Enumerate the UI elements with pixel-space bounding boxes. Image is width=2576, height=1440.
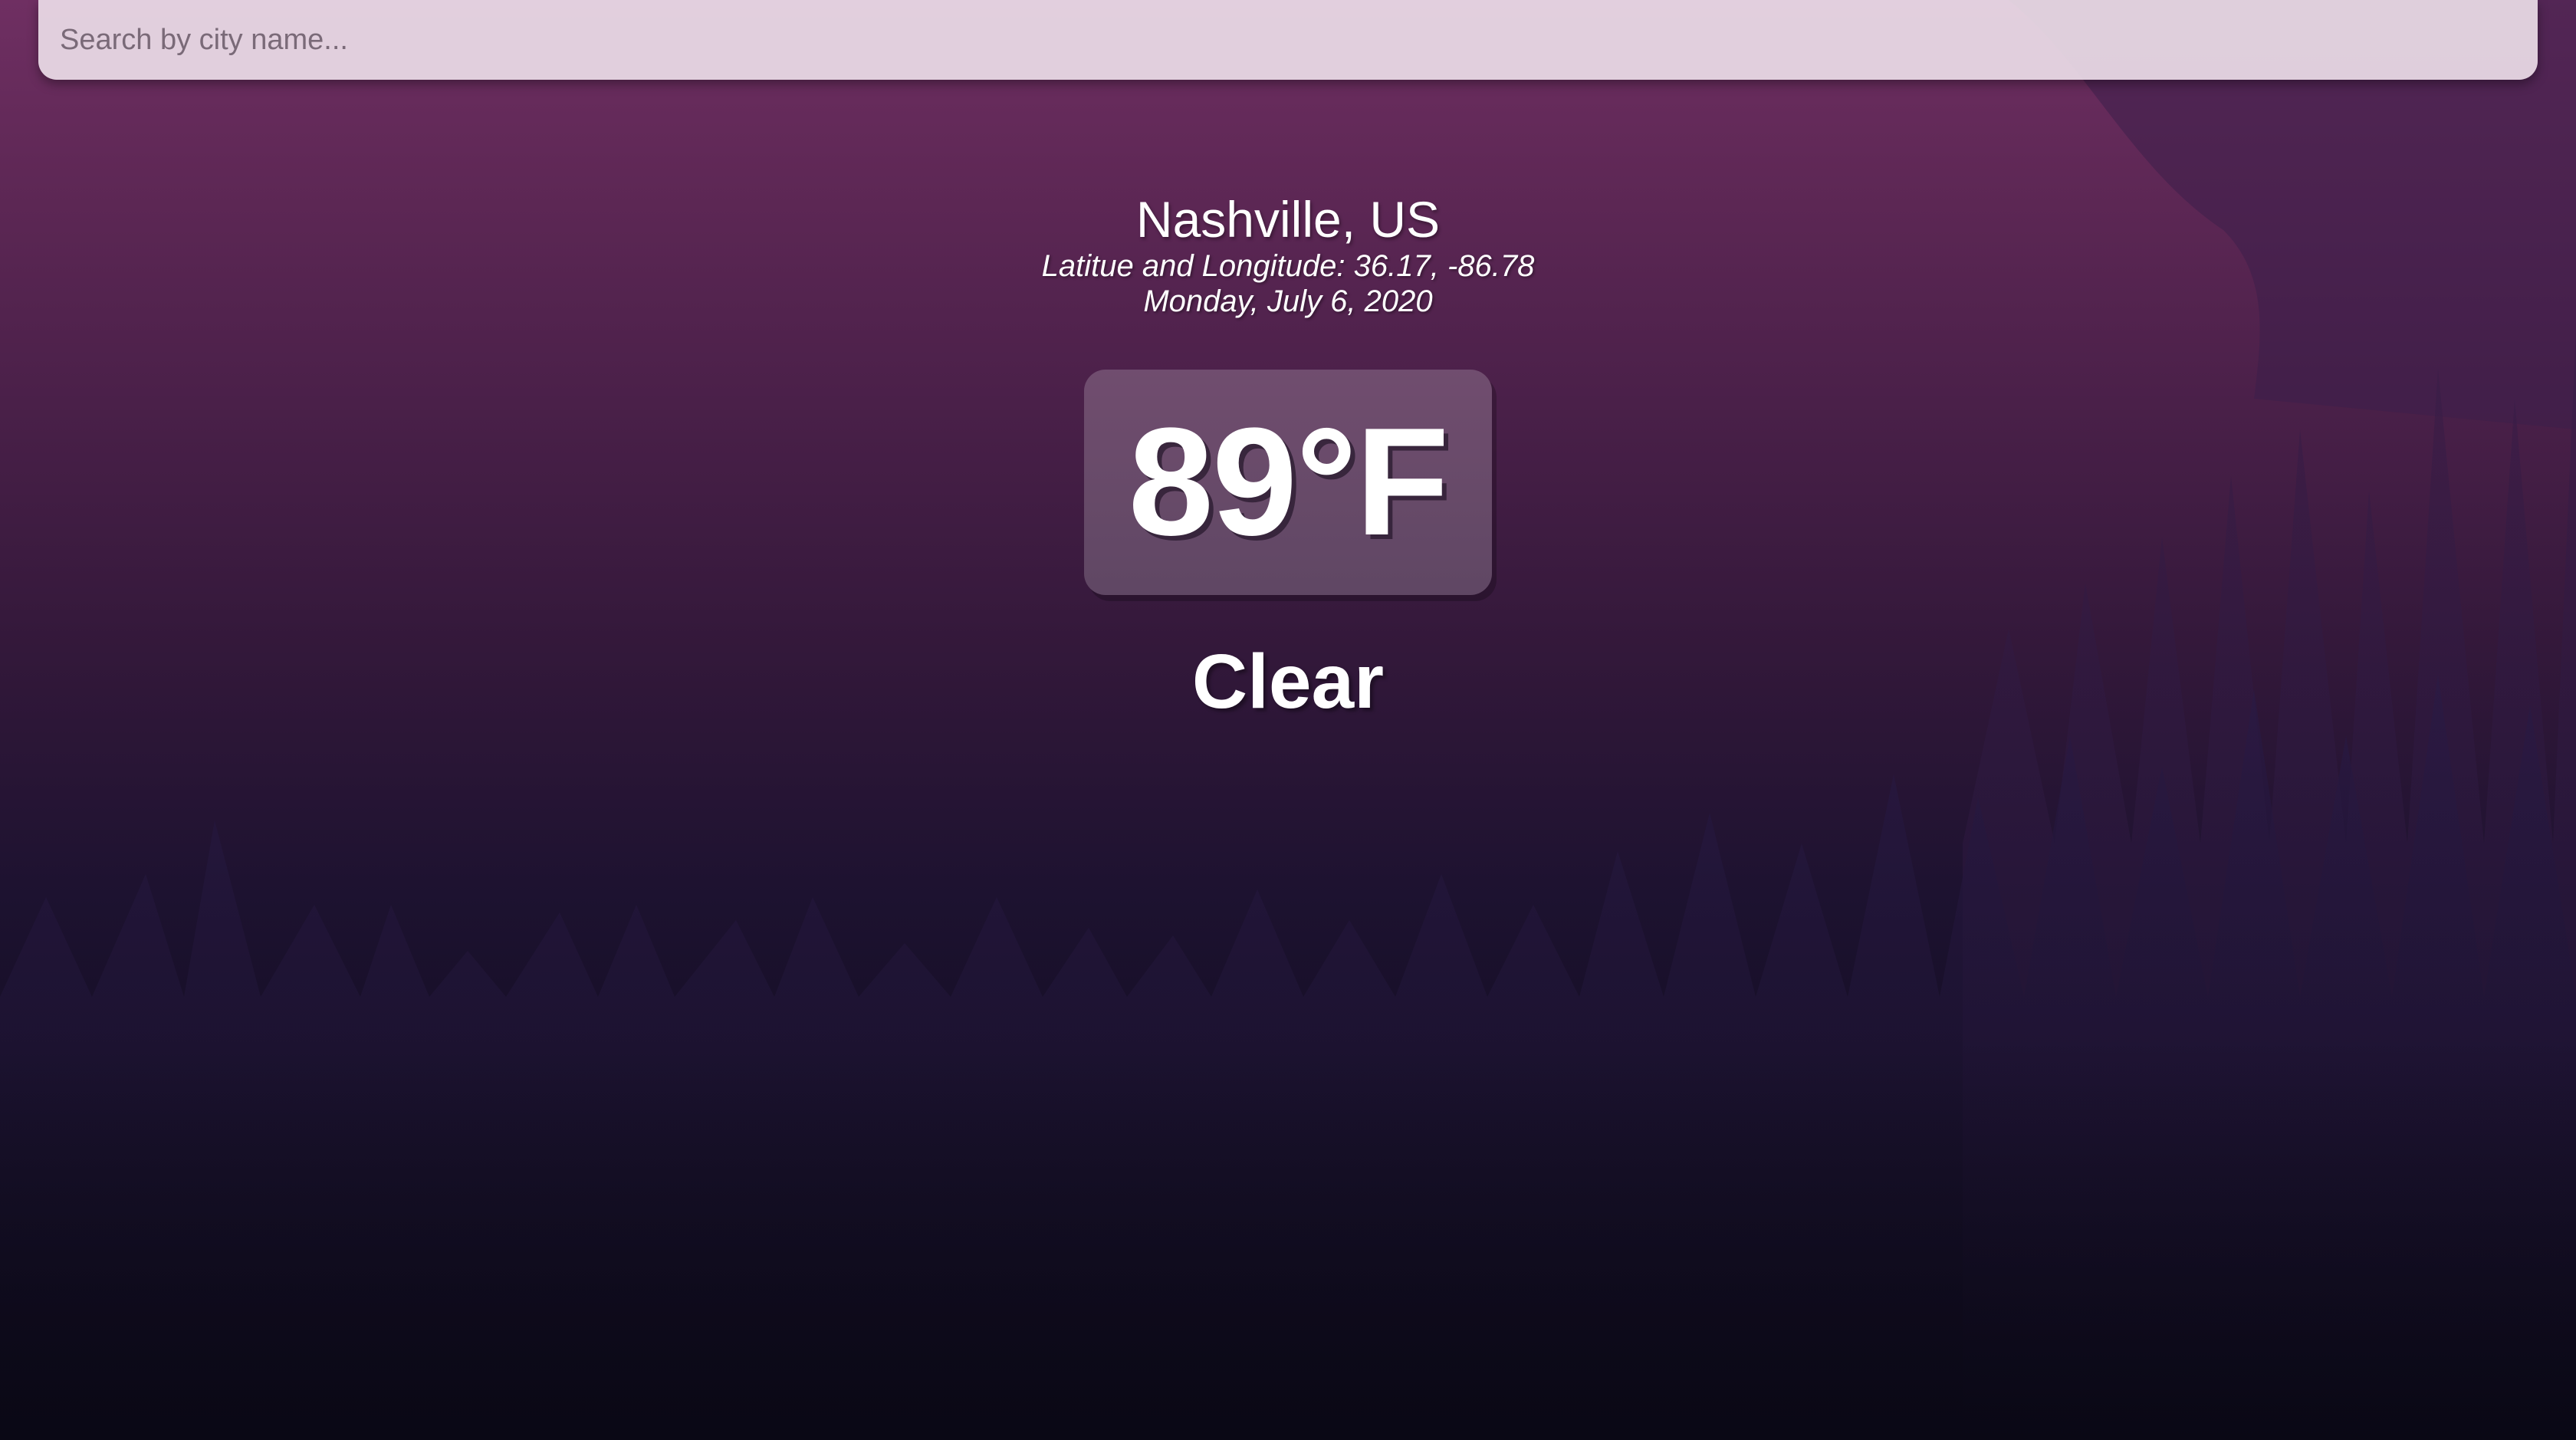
date-text: Monday, July 6, 2020 [1143,284,1433,318]
temperature-card: 89°F [1084,370,1492,595]
weather-condition: Clear [1191,639,1385,725]
search-input[interactable] [60,14,2513,66]
city-name: Nashville, US [1135,191,1441,248]
location-header: Nashville, US Latitue and Longitude: 36.… [0,190,2576,319]
temperature-value: 89°F [1128,396,1450,567]
search-bar[interactable] [38,0,2538,80]
coordinates-text: Latitue and Longitude: 36.17, -86.78 [1041,249,1535,283]
